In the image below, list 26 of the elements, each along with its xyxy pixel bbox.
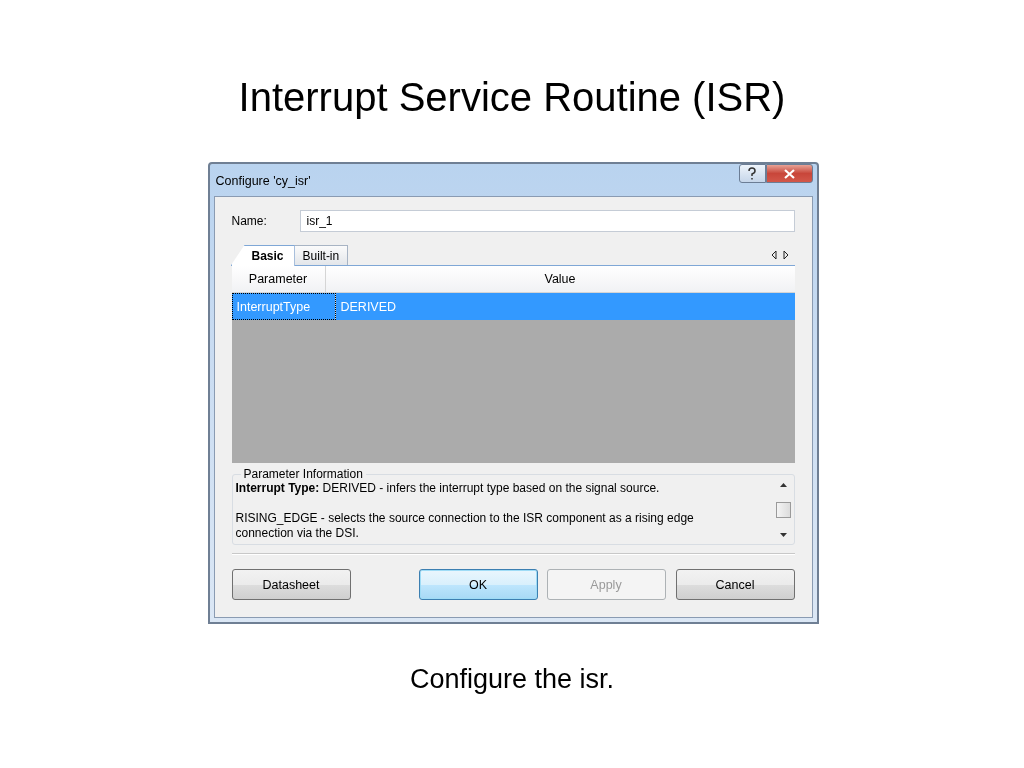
close-icon — [783, 168, 795, 179]
scroll-down-icon[interactable] — [779, 533, 787, 537]
dialog-button[interactable]: Cancel — [675, 569, 795, 600]
tab[interactable]: Basic — [230, 245, 295, 266]
help-icon — [747, 167, 757, 180]
scrollbar[interactable] — [774, 483, 792, 537]
scroll-right-icon[interactable] — [782, 250, 789, 260]
help-button[interactable] — [738, 164, 766, 183]
close-button[interactable] — [765, 164, 813, 183]
name-label: Name: — [231, 214, 268, 228]
slide-title: Interrupt Service Routine (ISR) — [238, 74, 786, 121]
info-text: Interrupt Type: DERIVED - infers the interrupt type based on the signal source. — [235, 481, 661, 496]
column-header[interactable]: Parameter — [231, 266, 326, 292]
tab[interactable]: Built-in — [293, 245, 349, 265]
dialog-button[interactable]: OK — [418, 569, 538, 600]
scroll-left-icon[interactable] — [770, 250, 777, 260]
scroll-up-icon[interactable] — [779, 483, 787, 487]
info-legend: Parameter Information — [240, 467, 366, 481]
table-cell-text: DERIVED — [339, 298, 398, 316]
column-header[interactable]: Value — [325, 266, 795, 292]
dialog-button[interactable]: Datasheet — [231, 569, 351, 600]
slide-caption: Configure the isr. — [409, 664, 615, 695]
table-cell: InterruptType — [231, 293, 336, 320]
name-field[interactable]: isr_1 — [299, 210, 795, 232]
window-title: Configure 'cy_isr' — [215, 174, 312, 188]
info-text: RISING_EDGE - selects the source connection to the ISR component as a rising edge connection via the DSI. — [235, 511, 695, 541]
